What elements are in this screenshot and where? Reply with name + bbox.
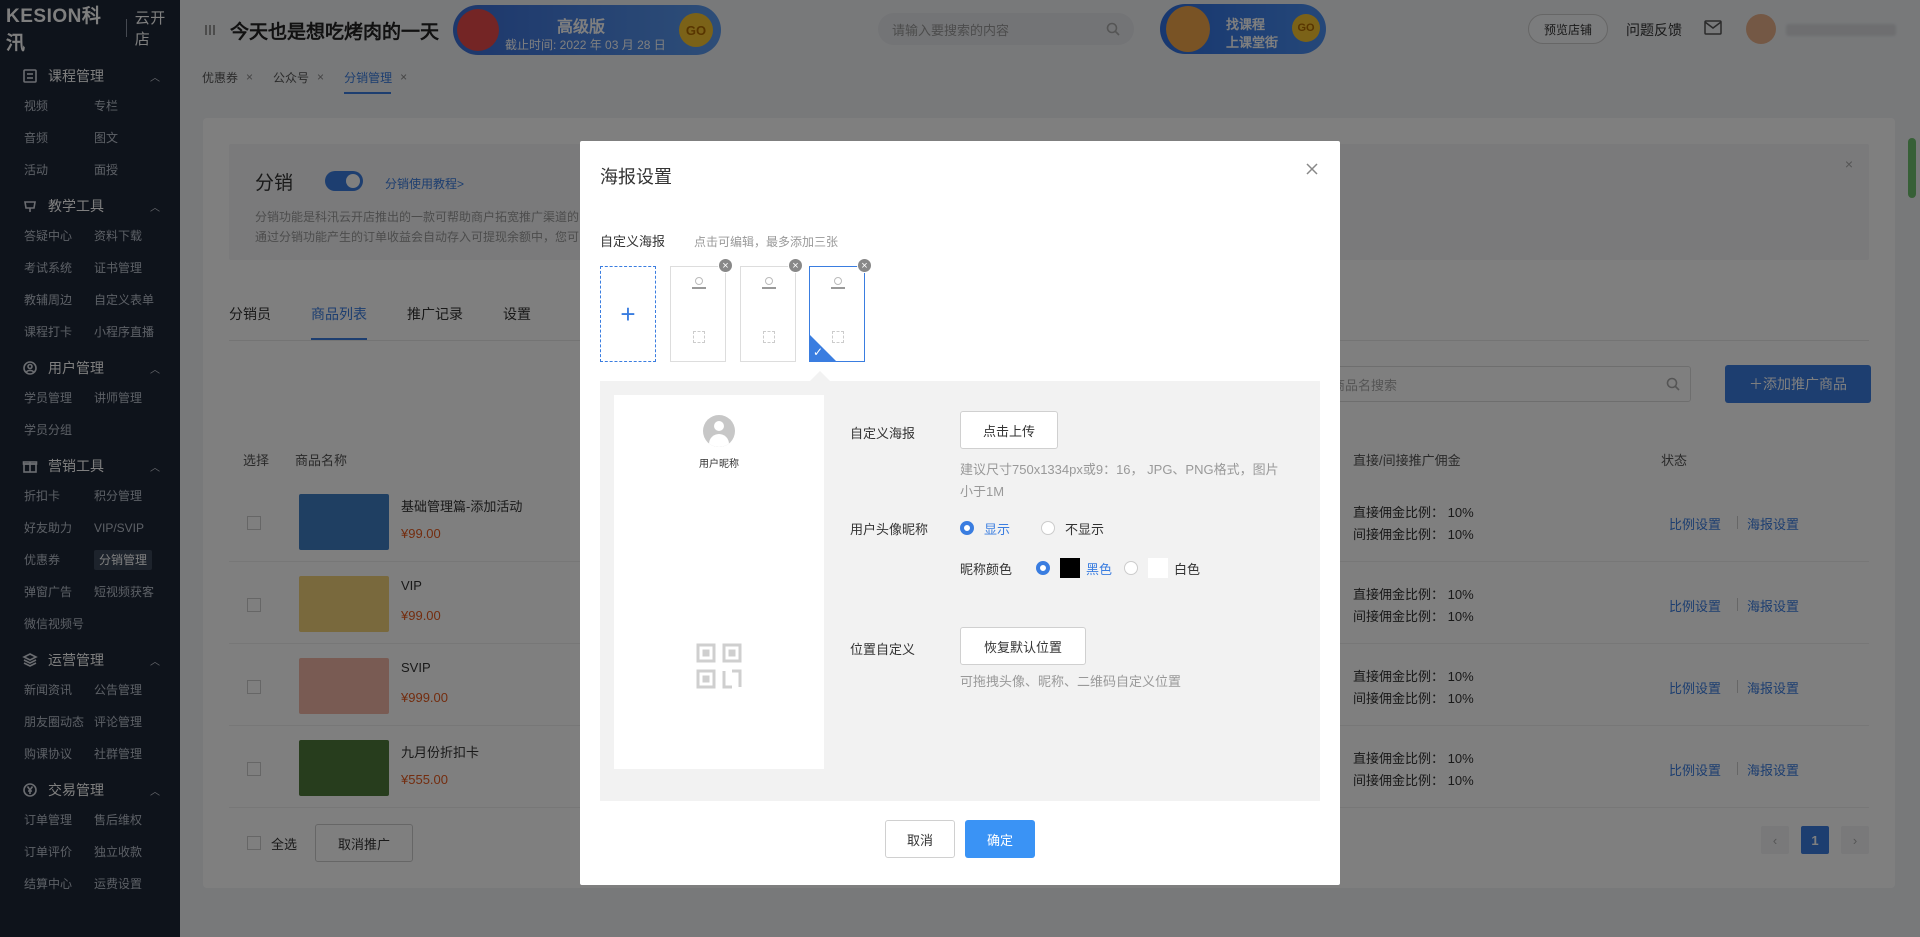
poster-thumb-3-selected[interactable]: ✓ × xyxy=(809,258,872,362)
upload-button[interactable]: 点击上传 xyxy=(960,411,1058,449)
custom-poster-label: 自定义海报 xyxy=(600,234,666,249)
delete-poster-icon[interactable]: × xyxy=(788,258,803,273)
poster-thumb-1[interactable]: × xyxy=(670,258,733,362)
hide-radio[interactable] xyxy=(1041,521,1055,535)
black-swatch[interactable] xyxy=(1060,558,1080,578)
upload-hint: 建议尺寸750x1334px或9：16， JPG、PNG格式，图片小于1M xyxy=(960,462,1279,499)
nickname-preview[interactable]: 用户昵称 xyxy=(614,455,824,470)
avatar-placeholder-icon xyxy=(695,277,703,285)
show-radio[interactable] xyxy=(960,521,974,535)
custom-poster-hint: 点击可编辑，最多添加三张 xyxy=(694,235,839,249)
white-swatch[interactable] xyxy=(1148,558,1168,578)
nickname-placeholder xyxy=(692,287,706,289)
position-hint: 可拖拽头像、昵称、二维码自定义位置 xyxy=(960,674,1182,689)
poster-thumb-2[interactable]: × xyxy=(740,258,803,362)
avatar-placeholder-icon xyxy=(834,277,842,285)
field-avatar-nickname-label: 用户头像昵称 xyxy=(850,522,929,537)
reset-position-button[interactable]: 恢复默认位置 xyxy=(960,627,1086,665)
avatar-placeholder-icon xyxy=(765,277,773,285)
close-icon[interactable] xyxy=(1304,161,1320,177)
delete-poster-icon[interactable]: × xyxy=(857,258,872,273)
white-radio[interactable] xyxy=(1124,561,1138,575)
nickname-placeholder xyxy=(831,287,845,289)
black-label[interactable]: 黑色 xyxy=(1086,559,1112,578)
check-icon: ✓ xyxy=(813,345,824,359)
qrcode-icon xyxy=(763,331,775,343)
field-position-label: 位置自定义 xyxy=(850,642,916,657)
add-poster-button[interactable]: + xyxy=(600,266,656,362)
show-label[interactable]: 显示 xyxy=(984,519,1010,538)
panel-pointer xyxy=(810,371,830,381)
field-custom-poster-label: 自定义海报 xyxy=(850,426,916,441)
modal-title: 海报设置 xyxy=(600,167,672,187)
poster-preview: 用户昵称 xyxy=(614,395,824,769)
white-label[interactable]: 白色 xyxy=(1174,559,1200,578)
confirm-button[interactable]: 确定 xyxy=(965,820,1035,858)
poster-settings-modal: 海报设置 自定义海报 点击可编辑，最多添加三张 + × × ✓ × 用户昵称 自… xyxy=(580,141,1340,885)
qrcode-icon xyxy=(693,331,705,343)
hide-label[interactable]: 不显示 xyxy=(1065,519,1104,538)
nickname-placeholder xyxy=(762,287,776,289)
qrcode-icon[interactable] xyxy=(696,643,742,689)
poster-editor-panel: 用户昵称 自定义海报 点击上传 建议尺寸750x1334px或9：16， JPG… xyxy=(600,371,1320,801)
black-radio[interactable] xyxy=(1036,561,1050,575)
delete-poster-icon[interactable]: × xyxy=(718,258,733,273)
nickname-color-label: 昵称颜色 xyxy=(960,562,1013,577)
user-avatar-icon[interactable] xyxy=(703,415,735,447)
cancel-button[interactable]: 取消 xyxy=(885,820,955,858)
